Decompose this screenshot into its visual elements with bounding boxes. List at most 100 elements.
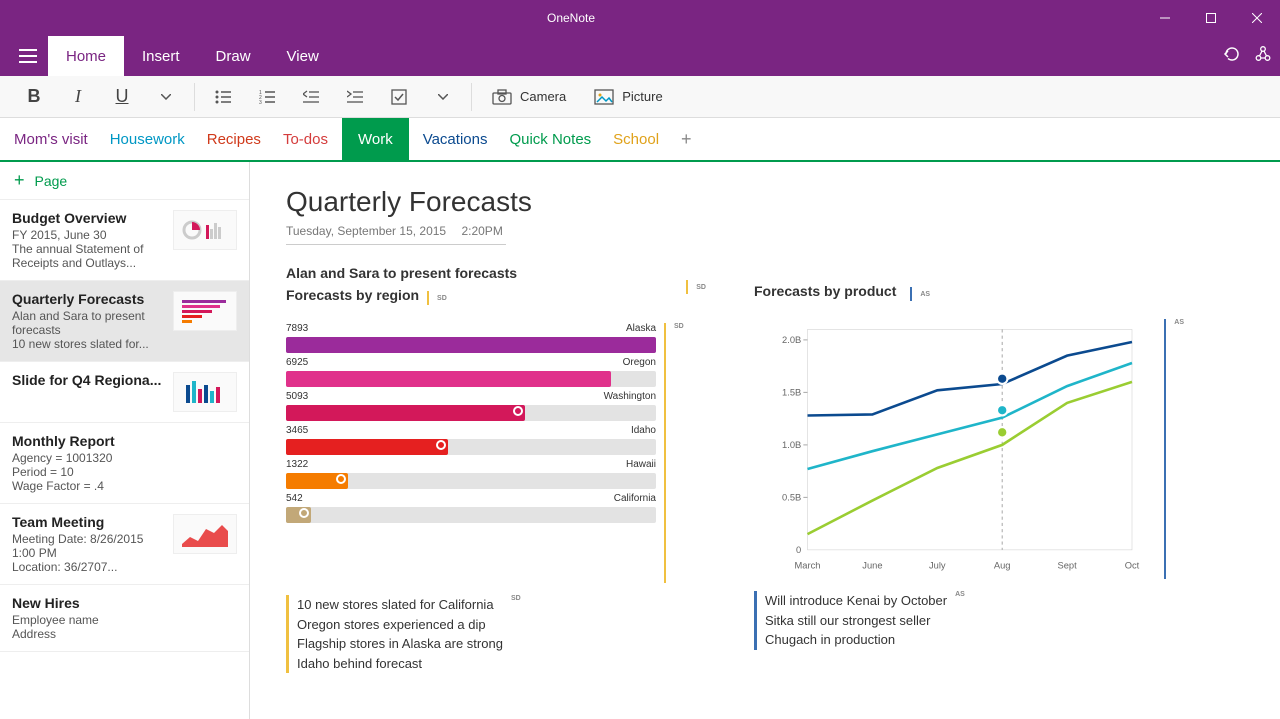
page-item-preview-line: FY 2015, June 30 xyxy=(12,228,165,242)
undo-button[interactable] xyxy=(1222,45,1240,68)
section-tab-mom-s-visit[interactable]: Mom's visit xyxy=(14,118,88,160)
svg-text:June: June xyxy=(862,561,882,571)
bar-row: 3465 Idaho xyxy=(286,425,656,455)
bar-row: 5093Washington xyxy=(286,391,656,421)
window-buttons xyxy=(1142,0,1280,36)
page-item[interactable]: Budget Overview FY 2015, June 30The annua… xyxy=(0,200,249,281)
ribbon-tab-home[interactable]: Home xyxy=(48,36,124,76)
section-tab-vacations[interactable]: Vacations xyxy=(423,118,488,160)
chevron-down-icon xyxy=(438,94,448,100)
author-marker xyxy=(686,280,688,294)
author-badge: SD xyxy=(696,284,706,291)
page-item[interactable]: New HiresEmployee nameAddress xyxy=(0,585,249,652)
notes-right: Will introduce Kenai by October Sitka st… xyxy=(754,591,947,650)
outdent-button[interactable] xyxy=(289,76,333,118)
svg-text:Oct: Oct xyxy=(1125,561,1140,571)
svg-text:Aug: Aug xyxy=(994,561,1011,571)
app-title: OneNote xyxy=(0,11,1142,25)
bar-label: Idaho xyxy=(631,425,656,436)
minimize-button[interactable] xyxy=(1142,0,1188,36)
page-item-title: Quarterly Forecasts xyxy=(12,291,165,307)
section-tab-school[interactable]: School xyxy=(613,118,659,160)
camera-icon xyxy=(492,89,512,105)
italic-button[interactable]: I xyxy=(56,76,100,118)
camera-label: Camera xyxy=(520,89,566,104)
author-badge: SD xyxy=(437,295,447,302)
page-time: 2:20PM xyxy=(461,224,502,238)
note-line: Will introduce Kenai by October xyxy=(765,591,947,611)
picture-icon xyxy=(594,89,614,105)
tags-dropdown[interactable] xyxy=(421,76,465,118)
page-item-title: Budget Overview xyxy=(12,210,165,226)
indent-button[interactable] xyxy=(333,76,377,118)
note-line: Sitka still our strongest seller xyxy=(765,611,947,631)
new-page-button[interactable]: + Page xyxy=(0,162,249,200)
page-item[interactable]: Team MeetingMeeting Date: 8/26/20151:00 … xyxy=(0,504,249,585)
numbered-list-icon: 123 xyxy=(259,90,275,104)
page-title[interactable]: Quarterly Forecasts xyxy=(286,186,1244,218)
author-badge: AS xyxy=(920,291,930,298)
ribbon-tab-draw[interactable]: Draw xyxy=(198,36,269,76)
page-item-preview-line: Address xyxy=(12,627,237,641)
bar-value: 5093 xyxy=(286,391,308,402)
picture-label: Picture xyxy=(622,89,662,104)
page-item-title: Team Meeting xyxy=(12,514,165,530)
share-button[interactable] xyxy=(1254,45,1272,68)
page-meta: Tuesday, September 15, 2015 2:20PM xyxy=(286,224,506,245)
section-tab-quick-notes[interactable]: Quick Notes xyxy=(509,118,591,160)
svg-text:Sept: Sept xyxy=(1057,561,1077,571)
section-tab-to-dos[interactable]: To-dos xyxy=(283,118,328,160)
page-item[interactable]: Quarterly ForecastsAlan and Sara to pres… xyxy=(0,281,249,362)
outdent-icon xyxy=(303,90,319,104)
note-line: Chugach in production xyxy=(765,630,947,650)
todo-checkbox-button[interactable] xyxy=(377,76,421,118)
bullet-list-button[interactable] xyxy=(201,76,245,118)
note-line: Flagship stores in Alaska are strong xyxy=(297,634,503,654)
close-button[interactable] xyxy=(1234,0,1280,36)
ribbon-tab-view[interactable]: View xyxy=(269,36,337,76)
hamburger-menu[interactable] xyxy=(8,36,48,76)
section-tab-housework[interactable]: Housework xyxy=(110,118,185,160)
author-badge: AS xyxy=(1174,319,1184,579)
page-item-preview-line: Location: 36/2707... xyxy=(12,560,165,574)
ribbon-tab-insert[interactable]: Insert xyxy=(124,36,198,76)
bold-button[interactable]: B xyxy=(12,76,56,118)
section-tab-work[interactable]: Work xyxy=(342,118,409,160)
author-badge: SD xyxy=(511,595,521,673)
camera-button[interactable]: Camera xyxy=(478,76,580,118)
bar-row: 6925Oregon xyxy=(286,357,656,387)
section-tab-recipes[interactable]: Recipes xyxy=(207,118,261,160)
bar-row: 1322Hawaii xyxy=(286,459,656,489)
picture-button[interactable]: Picture xyxy=(580,76,676,118)
bar-value: 3465 xyxy=(286,425,308,436)
maximize-button[interactable] xyxy=(1188,0,1234,36)
titlebar: OneNote xyxy=(0,0,1280,36)
page-item[interactable]: Slide for Q4 Regiona... xyxy=(0,362,249,423)
bar-label: Alaska xyxy=(626,323,656,334)
page-list: + Page Budget Overview FY 2015, June 30Th… xyxy=(0,162,250,719)
notes-left: 10 new stores slated for California Oreg… xyxy=(286,595,503,673)
page-date: Tuesday, September 15, 2015 xyxy=(286,224,446,238)
page-item-preview-line: Employee name xyxy=(12,613,237,627)
svg-text:March: March xyxy=(795,561,821,571)
checkbox-icon xyxy=(391,89,407,105)
add-section-button[interactable]: + xyxy=(681,129,692,150)
numbered-list-button[interactable]: 123 xyxy=(245,76,289,118)
section-tabs: Mom's visit Housework Recipes To-dos Work Vac… xyxy=(0,118,1280,162)
product-header: Forecasts by product xyxy=(754,283,896,299)
page-thumbnail xyxy=(173,210,237,250)
note-header-line2: Forecasts by region xyxy=(286,287,419,303)
bar-label: California xyxy=(614,493,656,504)
page-item-preview-line: Meeting Date: 8/26/2015 xyxy=(12,532,165,546)
page-item-preview-line: The annual Statement of Receipts and Out… xyxy=(12,242,165,270)
page-item[interactable]: Monthly ReportAgency = 1001320Period = 1… xyxy=(0,423,249,504)
page-thumbnail xyxy=(173,372,237,412)
svg-text:0.5B: 0.5B xyxy=(782,493,801,503)
ribbon-toolbar: B I U 123 Camera Picture xyxy=(0,76,1280,118)
author-marker xyxy=(427,291,429,305)
page-canvas[interactable]: Quarterly Forecasts Tuesday, September 1… xyxy=(250,162,1280,719)
note-header-line1: Alan and Sara to present forecasts xyxy=(286,265,678,281)
underline-button[interactable]: U xyxy=(100,76,144,118)
bullet-list-icon xyxy=(215,90,231,104)
font-dropdown[interactable] xyxy=(144,76,188,118)
